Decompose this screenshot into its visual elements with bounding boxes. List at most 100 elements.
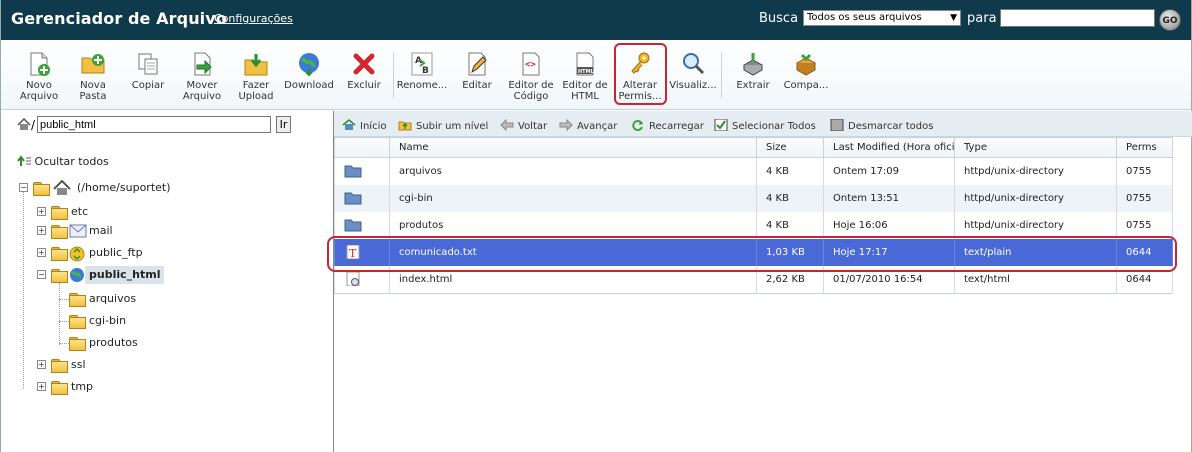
nav-reload-label: Recarregar bbox=[649, 121, 704, 132]
download-label: Download bbox=[284, 80, 334, 91]
download-button[interactable]: Download bbox=[283, 48, 335, 91]
new-folder-label-2: Pasta bbox=[79, 91, 107, 102]
folder-icon bbox=[51, 359, 68, 373]
collapse-up-icon bbox=[17, 155, 31, 166]
move-file-label-2: Arquivo bbox=[182, 91, 222, 102]
go-path-button[interactable]: Ir bbox=[276, 116, 291, 133]
expand-toggle[interactable]: + bbox=[37, 226, 46, 235]
checkbox-empty-icon bbox=[830, 119, 844, 131]
compress-button[interactable]: Compa... bbox=[780, 48, 832, 91]
header-perms[interactable]: Perms bbox=[1116, 137, 1173, 158]
edit-button[interactable]: Editar bbox=[451, 48, 503, 91]
select-all-button[interactable]: Selecionar Todos bbox=[714, 119, 816, 132]
search-label: Busca bbox=[759, 11, 799, 26]
home-icon bbox=[17, 118, 31, 130]
file-size: 4 KB bbox=[756, 184, 824, 212]
tree-item-label: tmp bbox=[71, 380, 94, 393]
new-folder-icon bbox=[81, 54, 105, 74]
compress-label: Compa... bbox=[783, 80, 829, 91]
code-editor-button[interactable]: <> Editor de Código bbox=[505, 48, 557, 102]
folder-icon bbox=[51, 225, 68, 239]
new-file-icon bbox=[30, 52, 50, 76]
new-file-button[interactable]: Novo Arquivo bbox=[13, 48, 65, 102]
view-button[interactable]: Visualiz... bbox=[667, 48, 719, 91]
copy-label: Copiar bbox=[131, 80, 165, 91]
nav-up-button[interactable]: Subir um nível bbox=[398, 119, 488, 132]
header-type[interactable]: Type bbox=[954, 137, 1117, 158]
deselect-all-button[interactable]: Desmarcar todos bbox=[830, 119, 933, 132]
nav-home-button[interactable]: Início bbox=[342, 119, 386, 132]
search-go-button[interactable]: GO bbox=[1159, 9, 1181, 31]
header-modified[interactable]: Last Modified (Hora oficial) bbox=[823, 137, 955, 158]
tree-connector bbox=[59, 299, 69, 300]
upload-button[interactable]: Fazer Upload bbox=[230, 48, 282, 102]
tree-root-label: (/home/suportet) bbox=[77, 181, 171, 194]
home-icon bbox=[53, 180, 71, 195]
nav-reload-button[interactable]: Recarregar bbox=[631, 119, 704, 132]
html-editor-label-2: HTML bbox=[571, 91, 599, 102]
code-editor-icon: <> bbox=[522, 52, 540, 76]
folder-icon bbox=[344, 165, 362, 178]
top-bar: Gerenciador de Arquivo Configurações Bus… bbox=[1, 0, 1191, 40]
expand-toggle[interactable]: + bbox=[37, 207, 46, 216]
svg-text:B: B bbox=[422, 66, 429, 76]
rename-button[interactable]: AB Renome... bbox=[396, 48, 448, 91]
html-editor-button[interactable]: HTML Editor de HTML bbox=[559, 48, 611, 102]
code-editor-label-1: Editor de bbox=[508, 80, 554, 91]
extract-button[interactable]: Extrair bbox=[727, 48, 779, 91]
html-editor-label-1: Editor de bbox=[562, 80, 608, 91]
table-row[interactable]: arquivos 4 KB Ontem 17:09 httpd/unix-dir… bbox=[334, 157, 1173, 185]
collapse-all-link[interactable]: Ocultar todos bbox=[17, 153, 109, 171]
tree-item-label: cgi-bin bbox=[89, 314, 127, 327]
delete-button[interactable]: Excluir bbox=[338, 48, 390, 91]
settings-link[interactable]: Configurações bbox=[214, 12, 293, 25]
move-file-label-1: Mover bbox=[186, 80, 218, 91]
edit-icon bbox=[468, 52, 487, 76]
svg-text:HTML: HTML bbox=[578, 69, 595, 75]
file-modified: Hoje 16:06 bbox=[823, 211, 955, 239]
expand-toggle[interactable]: + bbox=[37, 382, 46, 391]
selected-file-highlight-annotation bbox=[327, 236, 1177, 272]
expand-toggle[interactable]: + bbox=[37, 248, 46, 257]
upload-icon bbox=[244, 54, 268, 76]
folder-open-icon bbox=[33, 182, 50, 196]
collapse-toggle[interactable]: − bbox=[37, 270, 46, 279]
table-row[interactable]: produtos 4 KB Hoje 16:06 httpd/unix-dire… bbox=[334, 211, 1173, 239]
search-input[interactable] bbox=[1000, 9, 1155, 27]
tree-connector bbox=[59, 321, 69, 322]
move-file-button[interactable]: Mover Arquivo bbox=[176, 48, 228, 102]
search-scope-select[interactable]: Todos os seus arquivos ▼ bbox=[803, 10, 961, 26]
nav-forward-button[interactable]: Avançar bbox=[559, 119, 617, 132]
code-editor-label-2: Código bbox=[513, 91, 549, 102]
arrow-left-icon bbox=[500, 119, 514, 131]
tree-item-label: public_ftp bbox=[89, 246, 143, 259]
file-size: 4 KB bbox=[756, 157, 824, 185]
table-row[interactable]: cgi-bin 4 KB Ontem 13:51 httpd/unix-dire… bbox=[334, 184, 1173, 212]
copy-button[interactable]: Copiar bbox=[122, 48, 174, 91]
upload-label-2: Upload bbox=[238, 91, 274, 102]
tree-connector bbox=[59, 343, 69, 344]
new-folder-button[interactable]: Nova Pasta bbox=[67, 48, 119, 102]
toolbar-separator bbox=[721, 52, 722, 98]
nav-forward-label: Avançar bbox=[577, 121, 618, 132]
compress-icon bbox=[795, 53, 817, 76]
folder-icon bbox=[51, 381, 68, 395]
html-file-icon bbox=[346, 272, 360, 286]
toolbar: Novo Arquivo Nova Pasta Copiar Mover Arq… bbox=[1, 40, 1191, 110]
folder-icon bbox=[51, 247, 68, 261]
folder-icon bbox=[69, 293, 86, 307]
file-name: arquivos bbox=[389, 157, 757, 185]
file-perms: 0755 bbox=[1116, 184, 1173, 212]
navigation-bar: Início Subir um nível Voltar Avançar Rec… bbox=[334, 111, 1192, 137]
header-size[interactable]: Size bbox=[756, 137, 824, 158]
file-modified: Ontem 13:51 bbox=[823, 184, 955, 212]
collapse-toggle[interactable]: − bbox=[19, 183, 28, 192]
folder-tree: Ocultar todos − (/home/suportet) + etc +… bbox=[1, 141, 332, 452]
expand-toggle[interactable]: + bbox=[37, 360, 46, 369]
header-name[interactable]: Name bbox=[389, 137, 757, 158]
path-input[interactable] bbox=[37, 116, 271, 133]
nav-up-label: Subir um nível bbox=[416, 121, 489, 132]
tree-item-label: produtos bbox=[89, 336, 138, 349]
nav-back-button[interactable]: Voltar bbox=[500, 119, 547, 132]
home-icon bbox=[342, 119, 356, 130]
